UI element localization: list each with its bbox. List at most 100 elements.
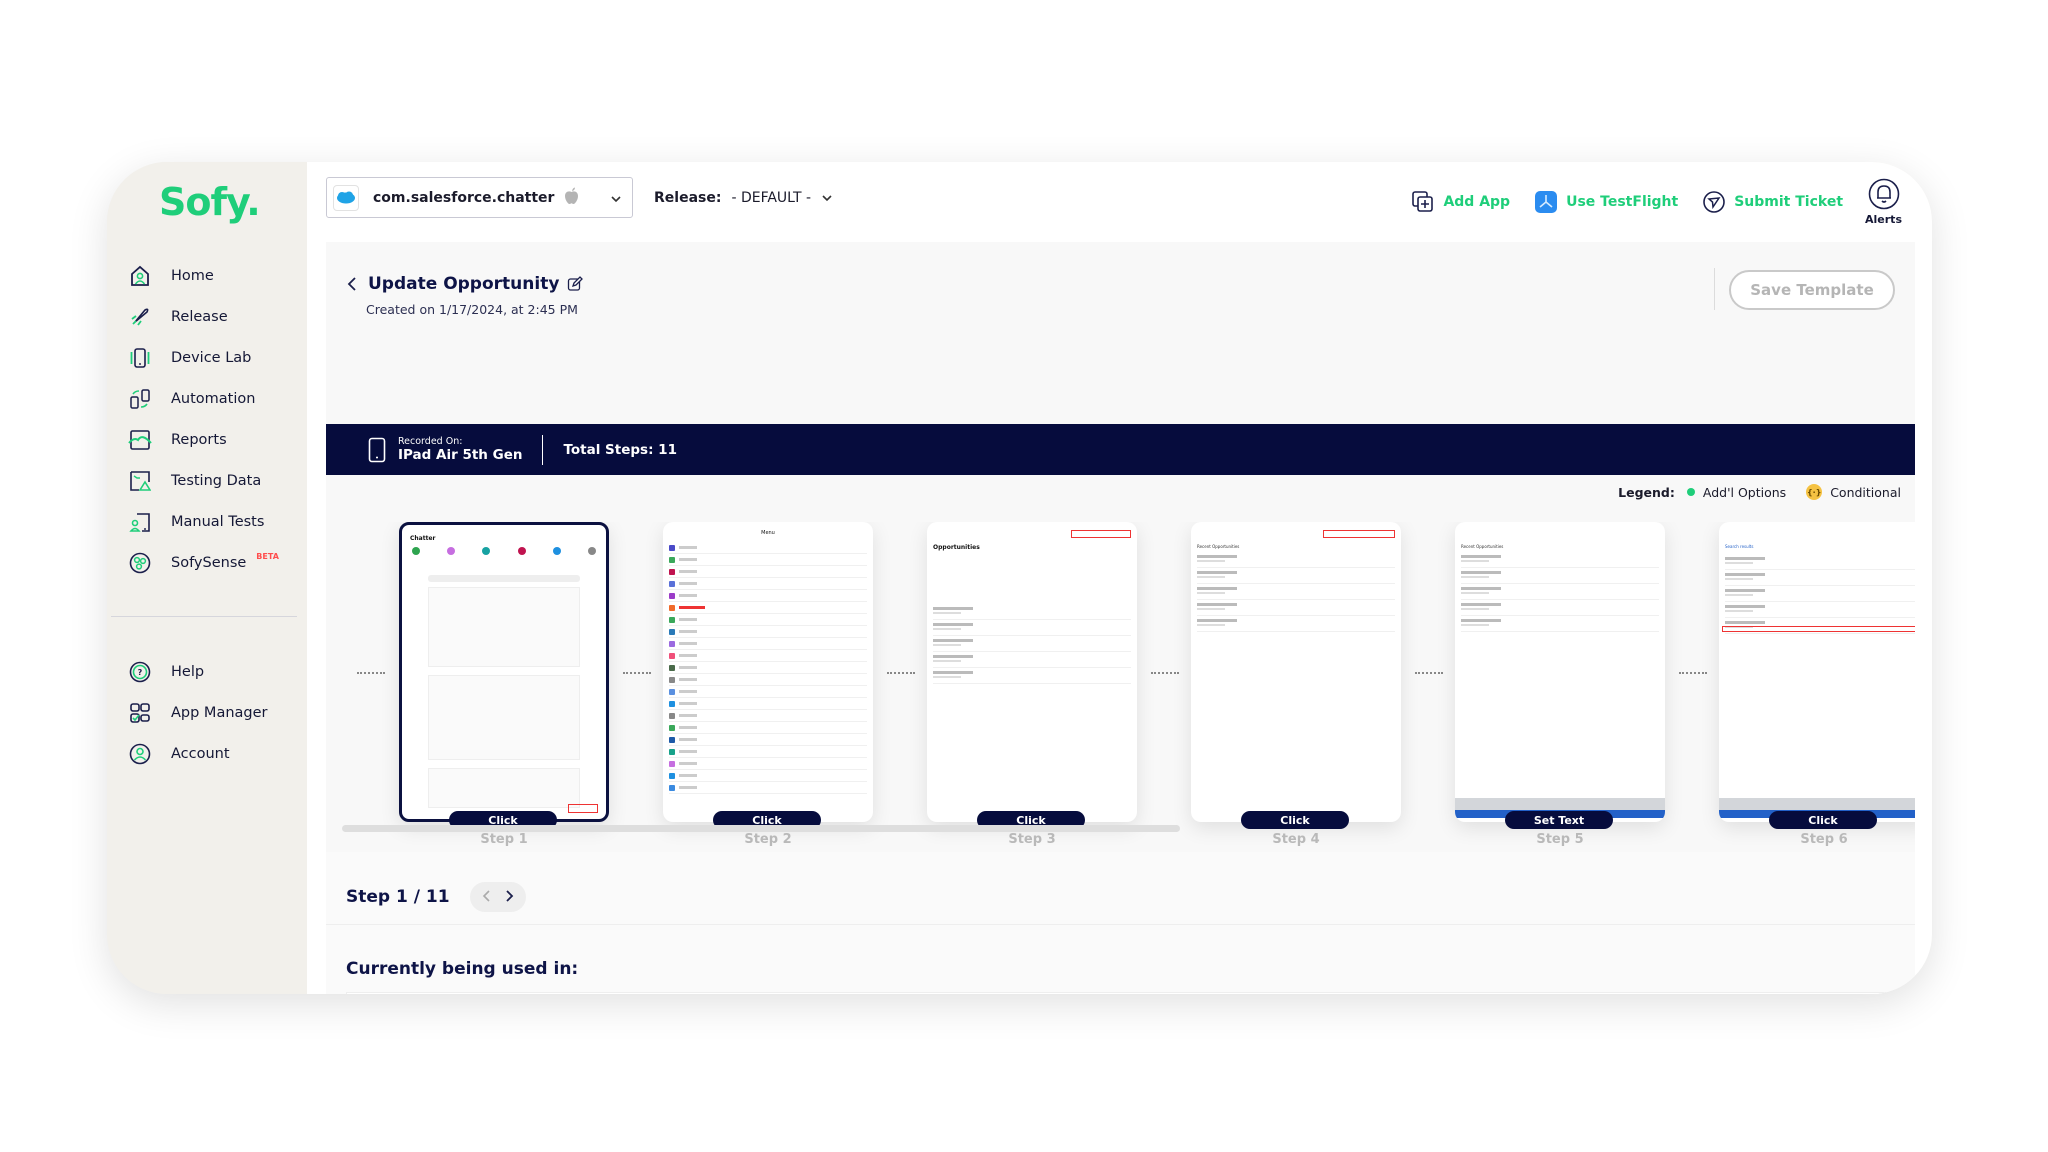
step-screenshot[interactable]: Search results [1719,522,1915,822]
used-in-list [346,992,1895,994]
conditional-icon: {·} [1806,484,1823,500]
app-window: Sofy. Home Release Device Lab Automation… [107,162,1932,994]
sofysense-icon [127,550,153,576]
testing-data-icon [127,468,153,494]
step-counter: Step 1 / 11 [346,887,450,907]
menu-row [669,662,867,674]
opportunity-row [1461,584,1659,600]
total-steps: Total Steps: 11 [563,441,677,458]
opportunity-row [1461,600,1659,616]
apple-icon [564,187,579,209]
top-actions: Add App Use TestFlight Submit Ticket Ale… [1387,178,1902,226]
sidebar-item-label: Manual Tests [171,513,265,530]
bell-icon [1868,178,1900,210]
screen-title: Chatter [410,535,436,542]
sidebar-item-home[interactable]: Home [119,255,319,296]
back-icon[interactable] [346,276,358,292]
step-label: Step 4 [1272,832,1320,847]
account-icon [127,741,153,767]
banner-divider [542,434,544,465]
step-screenshot[interactable]: Recent Opportunities [1455,522,1665,822]
help-icon: ? [127,659,153,685]
menu-row [669,686,867,698]
app-select-dropdown[interactable]: com.salesforce.chatter [326,177,633,218]
legend-item-addl-options: Add'l Options [1702,484,1787,500]
menu-row [669,770,867,782]
sidebar-item-reports[interactable]: Reports [119,419,319,460]
automation-icon [127,386,153,412]
screen-title: Recent Opportunities [1197,544,1240,549]
step-card[interactable]: Menu Click Step 2 [663,522,873,847]
menu-row [669,554,867,566]
step-detail-panel: Step 1 / 11 Currently being used in: [326,852,1915,994]
step-screenshot[interactable]: Menu [663,522,873,822]
step-screenshot[interactable]: Recent Opportunities [1191,522,1401,822]
sofy-logo[interactable]: Sofy. [159,180,261,224]
salesforce-logo-icon [333,184,359,211]
menu-row [669,698,867,710]
alerts-button[interactable]: Alerts [1865,178,1902,226]
step-card[interactable]: Opportunities Click Step 3 [927,522,1137,847]
sidebar-item-label: Help [171,663,205,680]
steps-horizontal-scrollbar[interactable] [342,825,1180,832]
section-divider [326,924,1915,925]
menu-row [669,722,867,734]
sidebar-item-automation[interactable]: Automation [119,378,319,419]
sidebar-item-sofysense[interactable]: SofySense BETA [119,542,319,583]
step-nav-buttons [469,882,526,912]
menu-row [669,578,867,590]
opportunity-row [1725,602,1915,618]
sidebar-item-label: Home [171,267,214,284]
opportunity-row [933,652,1131,668]
opportunity-list [1197,552,1395,632]
step-card[interactable]: Recent Opportunities Click Step 4 [1191,522,1401,847]
opportunity-row [1197,552,1395,568]
sidebar-item-help[interactable]: ? Help [119,651,319,692]
add-app-button[interactable]: Add App [1411,190,1510,214]
sidebar-item-label: Device Lab [171,349,252,366]
menu-row [669,614,867,626]
sidebar-nav: Home Release Device Lab Automation Repor… [119,255,319,583]
edit-icon[interactable] [567,276,584,292]
step-connector [1679,672,1707,674]
step-action-button[interactable]: Click [1769,811,1877,829]
release-value: - DEFAULT - [731,190,812,206]
step-card[interactable]: Search results Click Step 6 [1719,522,1915,847]
screen-title: Recent Opportunities [1461,544,1504,549]
step-card[interactable]: Recent Opportunities Set Text Step 5 [1455,522,1665,847]
menu-row [669,746,867,758]
recorded-on-label: Recorded On: [398,436,463,447]
created-date: Created on 1/17/2024, at 2:45 PM [366,302,578,317]
legend: Legend: Add'l Options {·} Conditional [1618,484,1901,500]
opportunity-list [1725,554,1915,634]
opportunity-row [1197,616,1395,632]
sidebar-item-manual-tests[interactable]: Manual Tests [119,501,319,542]
menu-row [669,602,867,614]
step-screenshot[interactable]: Chatter [399,522,609,822]
step-card[interactable]: Chatter Click Step 1 [399,522,609,847]
previous-step-button[interactable] [482,888,492,907]
screen-title: Opportunities [933,544,980,551]
submit-ticket-label: Submit Ticket [1734,194,1844,210]
step-action-button[interactable]: Click [1241,811,1349,829]
save-template-button[interactable]: Save Template [1729,270,1895,310]
step-screenshot[interactable]: Opportunities [927,522,1137,822]
use-testflight-button[interactable]: Use TestFlight [1534,190,1678,214]
opportunity-list [933,604,1131,684]
step-action-button[interactable]: Set Text [1505,811,1613,829]
sidebar-item-device-lab[interactable]: Device Lab [119,337,319,378]
sidebar-item-release[interactable]: Release [119,296,319,337]
sidebar-item-app-manager[interactable]: App Manager [119,692,319,733]
rocket-icon [127,304,153,330]
feed-post [428,768,580,808]
feed-search [428,575,580,582]
tablet-icon [368,437,386,463]
keyboard-toolbar [1719,798,1915,810]
main-panel: com.salesforce.chatter Release: - DEFAUL… [307,162,1932,994]
submit-ticket-button[interactable]: Submit Ticket [1702,190,1843,214]
release-selector[interactable]: Release: - DEFAULT - [654,190,833,206]
sidebar-item-account[interactable]: Account [119,733,319,774]
next-step-button[interactable] [504,888,514,907]
chevron-down-icon [821,192,833,204]
sidebar-item-testing-data[interactable]: Testing Data [119,460,319,501]
